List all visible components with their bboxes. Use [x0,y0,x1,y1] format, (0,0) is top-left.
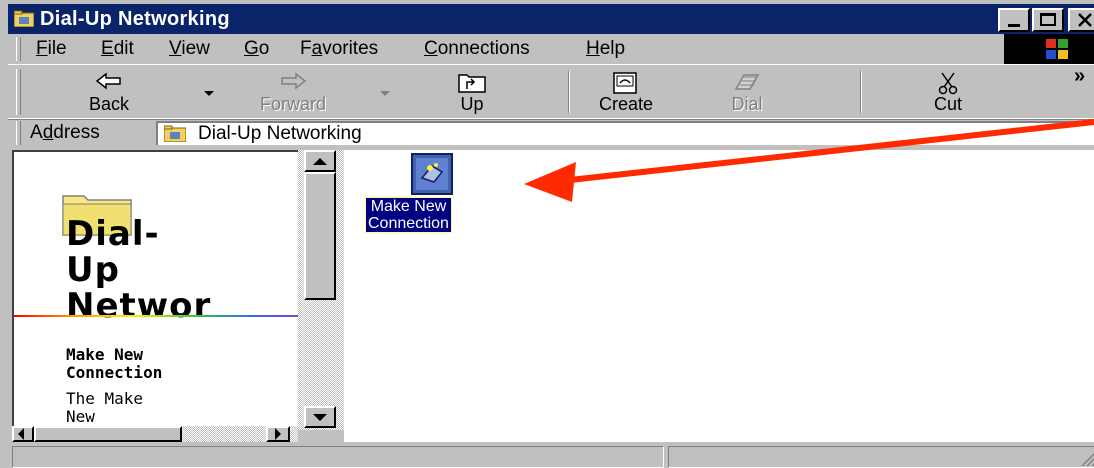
back-dropdown-arrow[interactable] [204,91,214,96]
minimize-icon [1008,24,1020,27]
webview-info-pane: Dial- Up Networ Make New Connection The … [12,150,298,430]
status-bar [8,442,1094,468]
menu-file[interactable]: File [36,38,67,60]
windows-flag-icon [1046,39,1068,59]
toolbar-separator [860,71,862,113]
create-button[interactable]: Create [586,67,666,117]
windows-logo-throbber [1004,34,1094,64]
scroll-down-arrow-icon [313,414,327,421]
standard-toolbar: Back Forward Up Create Dial Cut » [8,64,1094,120]
webview-title: Dial- Up Networ [66,214,212,326]
minimize-button[interactable] [998,8,1030,32]
scissors-icon [938,72,958,95]
dial-up-folder-icon [14,10,34,27]
file-item-label: Make New Connection [365,197,452,233]
scroll-left-arrow-icon [18,428,24,440]
horizontal-scroll-thumb[interactable] [34,426,182,442]
scroll-down-button[interactable] [304,406,336,428]
maximize-icon [1040,13,1056,26]
menu-help[interactable]: Help [586,38,625,60]
explorer-window: Dial-Up Networking File Edit View Go Fav… [0,0,1094,468]
address-bar-grip[interactable] [16,121,21,145]
menu-bar-grip[interactable] [16,37,21,61]
cut-button[interactable]: Cut [916,67,980,117]
make-new-connection-icon [411,153,453,195]
menu-connections[interactable]: Connections [424,38,530,60]
forward-arrow-icon [281,72,307,90]
up-button[interactable]: Up [440,67,504,117]
toolbar-chevron-icon[interactable]: » [1074,65,1085,88]
forward-dropdown-arrow[interactable] [380,91,390,96]
dial-button[interactable]: Dial [712,67,782,117]
status-panel-zone [668,446,1094,468]
title-bar[interactable]: Dial-Up Networking [8,4,1094,34]
back-arrow-icon [95,72,121,90]
resize-grip-icon [1081,452,1094,466]
scroll-up-arrow-icon [313,158,327,165]
toolbar-separator [568,71,570,113]
status-panel-main [12,446,664,468]
scroll-thumb[interactable] [304,172,336,300]
selected-item-name: Make New Connection [66,345,163,382]
menu-go[interactable]: Go [244,38,269,60]
scroll-up-button[interactable] [304,150,336,172]
back-button[interactable]: Back [72,67,146,117]
file-list-pane[interactable]: Make New Connection [344,150,1094,442]
left-pane-horizontal-scrollbar[interactable] [12,426,298,442]
scroll-right-button[interactable] [266,426,290,442]
toolbar-grip[interactable] [16,69,21,115]
up-folder-icon [458,74,486,93]
dial-phone-icon [734,74,760,90]
dial-up-folder-icon [164,125,186,142]
close-button[interactable] [1068,8,1094,32]
menu-bar: File Edit View Go Favorites Connections … [8,34,1094,65]
address-label: Address [30,122,100,143]
window-title: Dial-Up Networking [40,8,230,30]
menu-edit[interactable]: Edit [101,38,134,60]
scroll-right-arrow-icon [275,428,281,440]
address-bar: Address Dial-Up Networking [8,118,1094,147]
forward-button[interactable]: Forward [248,67,338,117]
left-pane-vertical-scrollbar[interactable] [298,150,344,430]
create-connection-icon [613,72,637,94]
close-icon [1078,13,1092,27]
address-input[interactable]: Dial-Up Networking [156,121,1094,145]
menu-view[interactable]: View [169,38,210,60]
selected-item-description: The Make New [66,389,144,426]
scroll-left-button[interactable] [12,426,34,442]
maximize-button[interactable] [1032,8,1064,32]
menu-favorites[interactable]: Favorites [300,38,378,60]
rainbow-divider [14,315,298,317]
